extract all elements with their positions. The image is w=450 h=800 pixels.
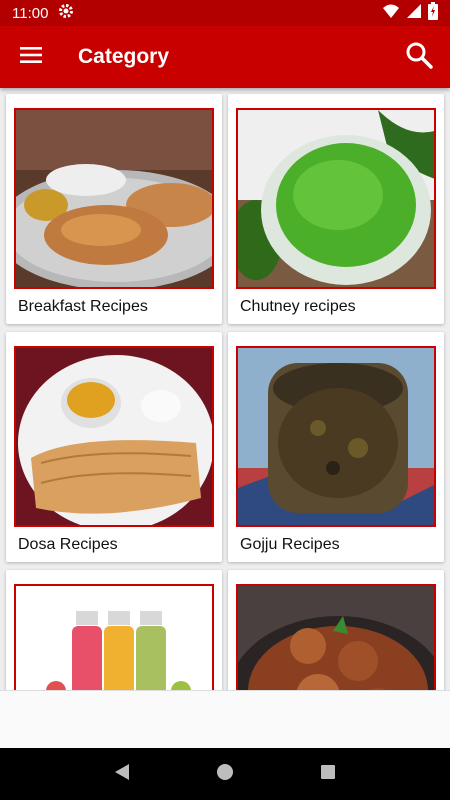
category-card-chutney[interactable]: Chutney recipes [228, 94, 444, 324]
recents-square-icon [320, 764, 336, 785]
signal-icon [406, 3, 422, 23]
category-image [14, 108, 214, 289]
menu-button[interactable] [0, 26, 62, 88]
category-label: Chutney recipes [240, 298, 356, 315]
category-label: Gojju Recipes [240, 536, 340, 553]
bottom-blank-area [0, 690, 450, 748]
settings-gear-icon [58, 3, 74, 23]
status-time: 11:00 [12, 4, 49, 22]
page-title: Category [78, 45, 170, 68]
back-button[interactable] [102, 754, 142, 794]
status-bar: 11:00 [0, 0, 450, 26]
system-nav-bar [0, 748, 450, 800]
category-card-juice[interactable] [6, 570, 222, 690]
category-label: Dosa Recipes [18, 536, 118, 553]
hamburger-menu-icon [19, 45, 43, 70]
category-label: Breakfast Recipes [18, 298, 148, 315]
search-icon [405, 41, 433, 74]
category-image [236, 346, 436, 527]
back-triangle-icon [113, 763, 131, 786]
category-grid: Breakfast Recipes Chutney recipes Dosa R… [0, 88, 450, 690]
recents-button[interactable] [308, 754, 348, 794]
category-image [236, 584, 436, 690]
category-card-breakfast[interactable]: Breakfast Recipes [6, 94, 222, 324]
search-button[interactable] [388, 26, 450, 88]
home-button[interactable] [205, 754, 245, 794]
app-bar: Category [0, 26, 450, 88]
home-circle-icon [216, 763, 234, 786]
battery-icon [428, 2, 438, 24]
category-card-dosa[interactable]: Dosa Recipes [6, 332, 222, 562]
category-image [14, 346, 214, 527]
category-card-chicken[interactable] [228, 570, 444, 690]
wifi-icon [382, 3, 400, 23]
category-image [236, 108, 436, 289]
category-card-gojju[interactable]: Gojju Recipes [228, 332, 444, 562]
category-image [14, 584, 214, 690]
